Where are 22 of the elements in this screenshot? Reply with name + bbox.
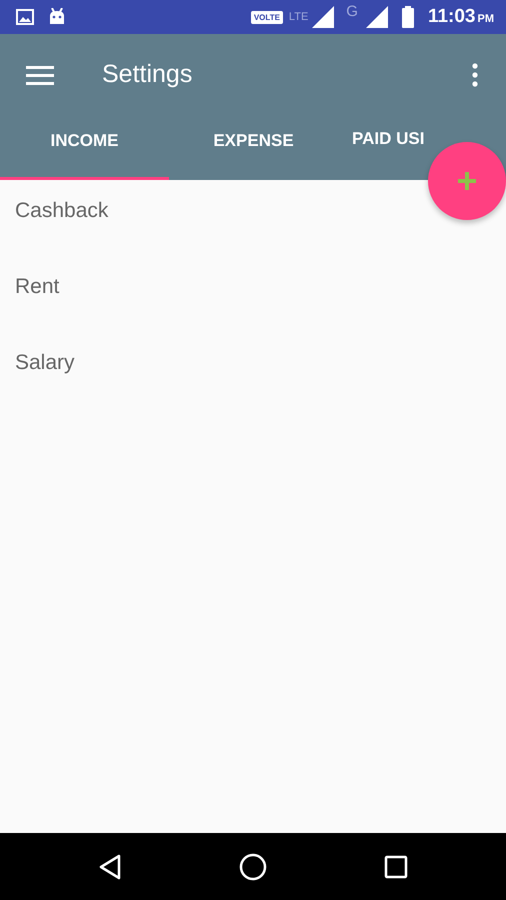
clock: 11:03 PM	[428, 6, 494, 28]
list-item[interactable]: Rent	[0, 268, 506, 344]
menu-icon	[26, 64, 54, 84]
back-icon	[98, 854, 122, 880]
list-item[interactable]: Cashback	[0, 192, 506, 268]
lte-label: LTE	[288, 11, 308, 23]
network-label: G	[346, 3, 358, 20]
signal-icon	[312, 6, 334, 28]
image-icon	[16, 9, 34, 25]
volte-badge: VOLTE	[250, 10, 283, 24]
home-icon	[238, 852, 267, 880]
list-item[interactable]: Salary	[0, 344, 506, 420]
tab[interactable]: EXPENSE	[169, 115, 338, 180]
plus-icon	[457, 171, 477, 191]
more-icon	[472, 62, 478, 86]
signal-icon	[366, 6, 388, 28]
android-icon	[48, 8, 66, 26]
tab[interactable]: INCOME	[0, 115, 169, 180]
battery-icon	[402, 6, 414, 28]
tab[interactable]: PAID USI	[352, 129, 424, 149]
recents-icon	[384, 854, 408, 878]
screen-title: Settings	[102, 60, 192, 89]
